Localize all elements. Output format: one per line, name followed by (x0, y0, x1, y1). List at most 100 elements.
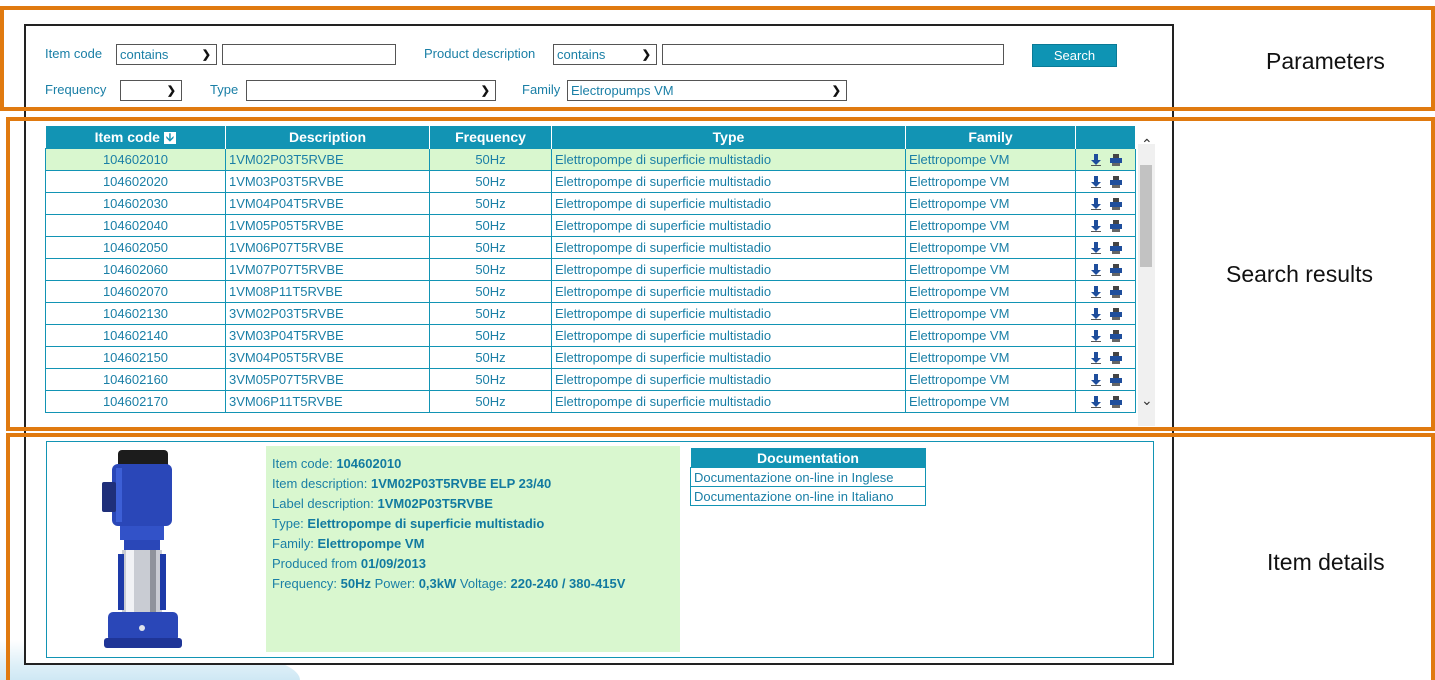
download-icon[interactable] (1090, 374, 1102, 387)
detail-specs: Frequency: 50Hz Power: 0,3kW Voltage: 22… (272, 574, 674, 594)
table-row[interactable]: 104602010 1VM02P03T5RVBE 50Hz Elettropompe … (45, 148, 1136, 171)
table-row[interactable]: 104602160 3VM05P07T5RVBE 50Hz Elettropompe … (45, 368, 1136, 391)
frequency-select[interactable]: ❯ (120, 80, 182, 101)
cell-description: 3VM03P04T5RVBE (225, 324, 430, 347)
cell-item-code: 104602060 (45, 258, 226, 281)
cell-item-code: 104602130 (45, 302, 226, 325)
cell-family: Elettropompe VM (905, 280, 1076, 303)
cell-actions (1075, 368, 1136, 391)
type-label: Type (210, 82, 239, 97)
cell-actions (1075, 390, 1136, 413)
print-icon[interactable] (1109, 242, 1122, 255)
cell-description: 3VM04P05T5RVBE (225, 346, 430, 369)
print-icon[interactable] (1109, 374, 1122, 387)
family-select[interactable]: Electropumps VM ❯ (567, 80, 847, 101)
table-row[interactable]: 104602060 1VM07P07T5RVBE 50Hz Elettropompe … (45, 258, 1136, 281)
table-row[interactable]: 104602140 3VM03P04T5RVBE 50Hz Elettropompe … (45, 324, 1136, 347)
cell-frequency: 50Hz (429, 258, 552, 281)
cell-type: Elettropompe di superficie multistadio (551, 324, 906, 347)
print-icon[interactable] (1109, 176, 1122, 189)
column-header-frequency[interactable]: Frequency (429, 126, 552, 149)
frequency-label: Frequency (45, 82, 107, 97)
cell-description: 1VM03P03T5RVBE (225, 170, 430, 193)
cell-frequency: 50Hz (429, 280, 552, 303)
type-select[interactable]: ❯ (246, 80, 496, 101)
print-icon[interactable] (1109, 352, 1122, 365)
cell-type: Elettropompe di superficie multistadio (551, 302, 906, 325)
results-table-wrapper: Item code 🡫 Description Frequency Type Fa… (45, 126, 1155, 426)
print-icon[interactable] (1109, 154, 1122, 167)
cell-description: 3VM06P11T5RVBE (225, 390, 430, 413)
documentation-table: Documentation Documentazione on-line in … (690, 448, 926, 506)
item-code-operator-select[interactable]: contains ❯ (116, 44, 217, 65)
print-icon[interactable] (1109, 330, 1122, 343)
column-header-description[interactable]: Description (225, 126, 430, 149)
description-operator-value: contains (557, 47, 606, 62)
download-icon[interactable] (1090, 198, 1102, 211)
cell-type: Elettropompe di superficie multistadio (551, 236, 906, 259)
table-row[interactable]: 104602050 1VM06P07T5RVBE 50Hz Elettropompe … (45, 236, 1136, 259)
detail-label: Item code: (272, 456, 337, 471)
table-row[interactable]: 104602130 3VM02P03T5RVBE 50Hz Elettropompe … (45, 302, 1136, 325)
scroll-down-icon[interactable]: ⌄ (1141, 392, 1153, 409)
item-details-annotation: Item details (1267, 549, 1385, 575)
product-description-input[interactable] (662, 44, 1004, 65)
download-icon[interactable] (1090, 286, 1102, 299)
print-icon[interactable] (1109, 198, 1122, 211)
cell-actions (1075, 170, 1136, 193)
scroll-up-icon[interactable]: ⌃ (1141, 136, 1153, 153)
cell-description: 1VM02P03T5RVBE (225, 148, 430, 171)
detail-value: 1VM02P03T5RVBE (377, 496, 493, 511)
column-header-family[interactable]: Family (905, 126, 1076, 149)
product-description-label: Product description (424, 46, 536, 61)
column-header-item-code[interactable]: Item code 🡫 (45, 126, 226, 149)
detail-type: Type: Elettropompe di superficie multist… (272, 514, 674, 534)
print-icon[interactable] (1109, 264, 1122, 277)
print-icon[interactable] (1109, 308, 1122, 321)
detail-label: Produced from (272, 556, 361, 571)
item-code-input[interactable] (222, 44, 396, 65)
print-icon[interactable] (1109, 286, 1122, 299)
sort-down-icon[interactable]: 🡫 (163, 132, 176, 145)
download-icon[interactable] (1090, 176, 1102, 189)
search-button[interactable]: Search (1032, 44, 1117, 67)
documentation-link-english[interactable]: Documentazione on-line in Inglese (690, 467, 926, 487)
table-row[interactable]: 104602170 3VM06P11T5RVBE 50Hz Elettropompe … (45, 390, 1136, 413)
cell-type: Elettropompe di superficie multistadio (551, 390, 906, 413)
print-icon[interactable] (1109, 220, 1122, 233)
cell-type: Elettropompe di superficie multistadio (551, 258, 906, 281)
cell-frequency: 50Hz (429, 324, 552, 347)
download-icon[interactable] (1090, 308, 1102, 321)
cell-family: Elettropompe VM (905, 324, 1076, 347)
download-icon[interactable] (1090, 220, 1102, 233)
download-icon[interactable] (1090, 352, 1102, 365)
download-icon[interactable] (1090, 396, 1102, 409)
documentation-link-italian[interactable]: Documentazione on-line in Italiano (690, 486, 926, 506)
scrollbar-thumb[interactable] (1140, 165, 1152, 267)
table-row[interactable]: 104602070 1VM08P11T5RVBE 50Hz Elettropompe … (45, 280, 1136, 303)
cell-frequency: 50Hz (429, 390, 552, 413)
download-icon[interactable] (1090, 154, 1102, 167)
table-row[interactable]: 104602150 3VM04P05T5RVBE 50Hz Elettropompe … (45, 346, 1136, 369)
table-row[interactable]: 104602040 1VM05P05T5RVBE 50Hz Elettropompe … (45, 214, 1136, 237)
description-operator-select[interactable]: contains ❯ (553, 44, 657, 65)
download-icon[interactable] (1090, 242, 1102, 255)
cell-actions (1075, 192, 1136, 215)
table-row[interactable]: 104602030 1VM04P04T5RVBE 50Hz Elettropompe … (45, 192, 1136, 215)
download-icon[interactable] (1090, 330, 1102, 343)
detail-value: 1VM02P03T5RVBE ELP 23/40 (371, 476, 552, 491)
column-header-type[interactable]: Type (551, 126, 906, 149)
detail-value: Elettropompe VM (317, 536, 425, 551)
print-icon[interactable] (1109, 396, 1122, 409)
cell-frequency: 50Hz (429, 192, 552, 215)
table-row[interactable]: 104602020 1VM03P03T5RVBE 50Hz Elettropompe … (45, 170, 1136, 193)
cell-family: Elettropompe VM (905, 346, 1076, 369)
cell-description: 3VM05P07T5RVBE (225, 368, 430, 391)
download-icon[interactable] (1090, 264, 1102, 277)
cell-frequency: 50Hz (429, 302, 552, 325)
cell-family: Elettropompe VM (905, 302, 1076, 325)
detail-label: Power: (371, 576, 419, 591)
column-header-label: Item code (94, 129, 160, 145)
detail-produced: Produced from 01/09/2013 (272, 554, 674, 574)
cell-frequency: 50Hz (429, 170, 552, 193)
